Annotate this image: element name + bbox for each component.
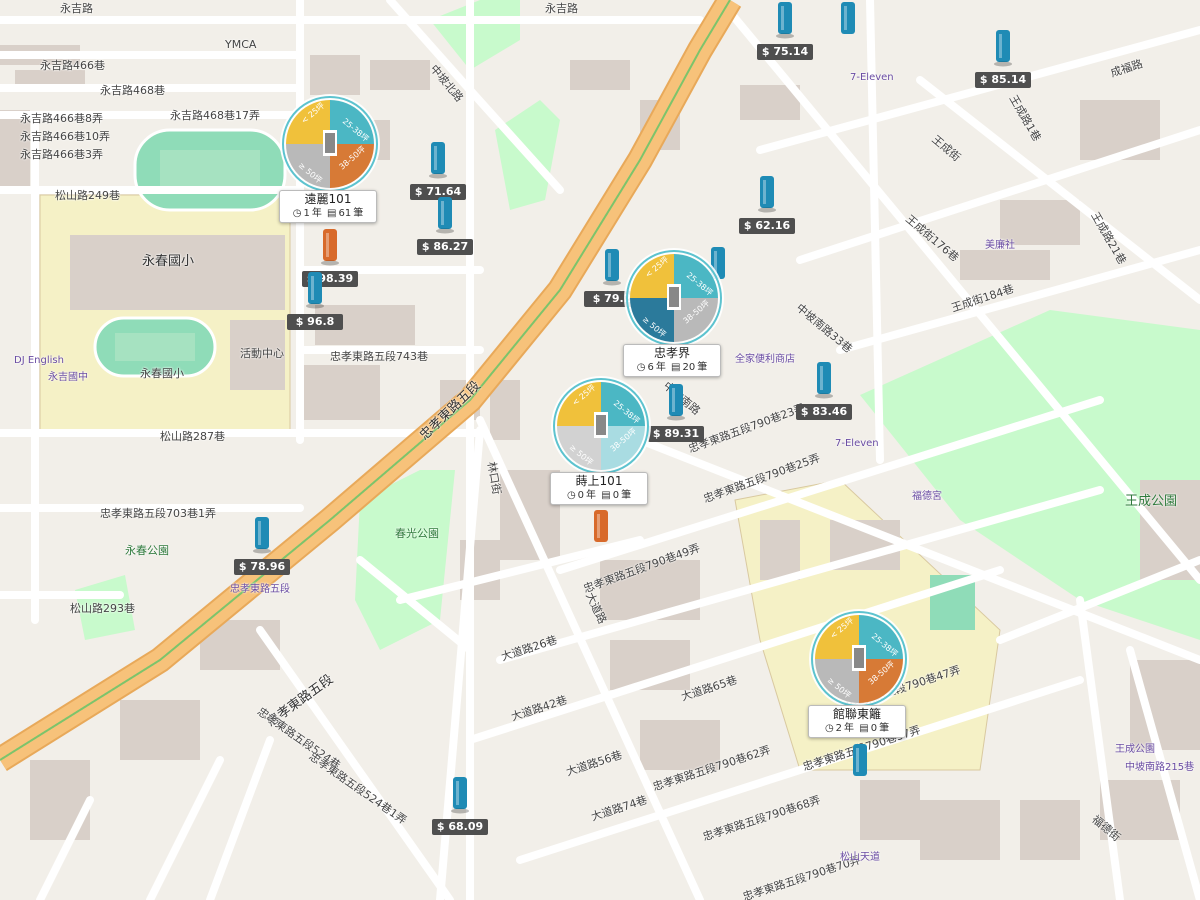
project-name: 蒔上101 — [575, 474, 623, 488]
records-icon: ▤ — [859, 723, 869, 734]
building-icon — [853, 744, 867, 776]
building-price-marker[interactable]: $ 78.96 — [234, 515, 290, 577]
building-price-marker[interactable]: $ 71.64 — [410, 140, 466, 202]
project-cluster-marker[interactable]: < 25坪 25-38坪 38-50坪 ≥ 50坪 忠孝界 ◷ 6 年 ▤ 20 筆 — [622, 246, 724, 377]
years-unit: 年 — [655, 362, 666, 373]
records-value: 61 — [338, 208, 352, 219]
records-unit: 筆 — [353, 208, 364, 219]
project-name: 館聯東籬 — [832, 707, 881, 721]
building-price-marker[interactable]: $ 68.09 — [432, 775, 488, 837]
building-icon — [667, 384, 685, 421]
records-icon: ▤ — [327, 208, 337, 219]
building-icon — [306, 272, 324, 309]
clock-icon: ◷ — [824, 723, 834, 734]
records-unit: 筆 — [879, 723, 890, 734]
building-icon — [594, 510, 608, 542]
size-distribution-pie: < 25坪 25-38坪 38-50坪 ≥ 50坪 — [551, 376, 651, 476]
project-info-card: 忠孝界 ◷ 6 年 ▤ 20 筆 — [623, 344, 721, 377]
project-info-card: 蒔上101 ◷ 0 年 ▤ 0 筆 — [550, 472, 648, 505]
building-icon — [321, 229, 339, 266]
building-icon — [841, 2, 855, 34]
project-cluster-marker[interactable]: < 25坪 25-38坪 38-50坪 ≥ 50坪 蒔上101 ◷ 0 年 ▤ 0 筆 — [549, 374, 651, 505]
building-marker[interactable] — [820, 0, 876, 40]
building-icon — [758, 176, 776, 213]
price-label: $ 86.27 — [417, 239, 473, 255]
building-icon — [436, 197, 454, 234]
years-value: 1 — [303, 208, 310, 219]
records-value: 0 — [612, 490, 620, 501]
size-distribution-pie: < 25坪 25-38坪 38-50坪 ≥ 50坪 — [809, 609, 909, 709]
project-meta: ◷ 1 年 ▤ 61 筆 — [280, 207, 376, 222]
building-price-marker[interactable]: $ 62.16 — [739, 174, 795, 236]
building-price-marker[interactable]: $ 96.8 — [287, 270, 343, 332]
building-icon — [994, 30, 1012, 67]
building-icon — [429, 142, 447, 179]
years-value: 6 — [647, 362, 654, 373]
price-label: $ 75.14 — [757, 44, 813, 60]
building-price-marker[interactable]: $ 86.27 — [417, 195, 473, 257]
records-icon: ▤ — [601, 490, 611, 501]
project-name: 遠麗101 — [304, 192, 352, 206]
clock-icon: ◷ — [566, 490, 576, 501]
building-price-marker[interactable]: $ 75.14 — [757, 0, 813, 62]
building-marker[interactable] — [573, 508, 629, 548]
price-label: $ 68.09 — [432, 819, 488, 835]
price-label: $ 78.96 — [234, 559, 290, 575]
building-price-marker[interactable]: $ 83.46 — [796, 360, 852, 422]
price-label: $ 96.8 — [287, 314, 343, 330]
project-cluster-marker[interactable]: < 25坪 25-38坪 38-50坪 ≥ 50坪 遠麗101 ◷ 1 年 ▤ 61 筆 — [278, 92, 380, 223]
records-unit: 筆 — [621, 490, 632, 501]
price-label: $ 85.14 — [975, 72, 1031, 88]
size-distribution-pie: < 25坪 25-38坪 38-50坪 ≥ 50坪 — [624, 248, 724, 348]
building-icon — [776, 2, 794, 39]
building-marker[interactable] — [832, 742, 888, 782]
size-distribution-pie: < 25坪 25-38坪 38-50坪 ≥ 50坪 — [280, 94, 380, 194]
years-value: 0 — [577, 490, 585, 501]
building-icon — [815, 362, 833, 399]
years-unit: 年 — [311, 208, 322, 219]
records-unit: 筆 — [697, 362, 708, 373]
price-label: $ 62.16 — [739, 218, 795, 234]
records-icon: ▤ — [671, 362, 681, 373]
price-label: $ 89.31 — [648, 426, 704, 442]
project-meta: ◷ 2 年 ▤ 0 筆 — [809, 722, 905, 737]
years-value: 2 — [835, 723, 843, 734]
map-view[interactable]: 永吉路 永吉路 永吉路466巷 永吉路468巷 永吉路468巷17弄 松山路24… — [0, 0, 1200, 900]
clock-icon: ◷ — [292, 208, 302, 219]
building-price-marker[interactable]: $ 85.14 — [975, 28, 1031, 90]
project-cluster-marker[interactable]: < 25坪 25-38坪 38-50坪 ≥ 50坪 館聯東籬 ◷ 2 年 ▤ 0 筆 — [807, 607, 909, 738]
building-icon — [451, 777, 469, 814]
project-info-card: 遠麗101 ◷ 1 年 ▤ 61 筆 — [279, 190, 377, 223]
project-meta: ◷ 0 年 ▤ 0 筆 — [551, 489, 647, 504]
project-name: 忠孝界 — [653, 346, 690, 360]
years-unit: 年 — [844, 723, 855, 734]
building-price-marker[interactable]: $ 89.31 — [648, 382, 704, 444]
clock-icon: ◷ — [636, 362, 646, 373]
building-icon — [253, 517, 271, 554]
records-value: 20 — [682, 362, 696, 373]
project-info-card: 館聯東籬 ◷ 2 年 ▤ 0 筆 — [808, 705, 906, 738]
records-value: 0 — [870, 723, 878, 734]
years-unit: 年 — [586, 490, 597, 501]
price-label: $ 83.46 — [796, 404, 852, 420]
